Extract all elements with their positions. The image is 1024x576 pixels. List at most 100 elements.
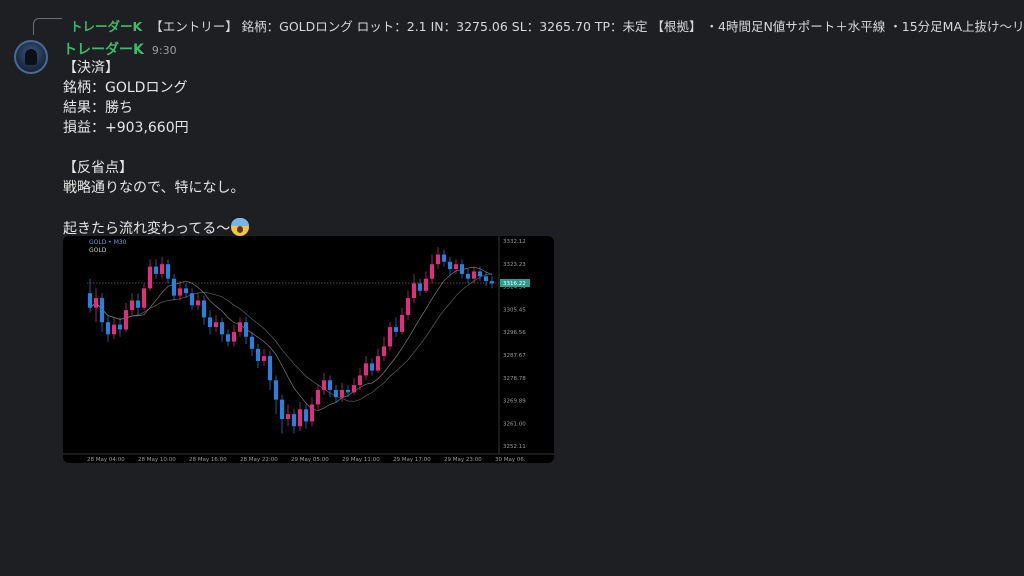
candle-body (165, 264, 171, 279)
candle-body (423, 278, 429, 291)
candlestick-chart: GOLD • M30 GOLD 3332.123323.233314.34330… (63, 236, 554, 463)
message-line: 【決済】 (63, 60, 119, 76)
avatar[interactable] (14, 40, 48, 74)
candle-body (357, 375, 363, 386)
message-timestamp: 9:30 (151, 44, 177, 57)
candle-body (405, 298, 411, 315)
price-tick-label: 3252.11 (503, 444, 526, 450)
candle-body (381, 346, 387, 357)
candle-body (309, 404, 315, 422)
candle-body (303, 409, 309, 422)
candle-body (111, 324, 117, 335)
candle-body (213, 322, 219, 328)
message-line (63, 198, 249, 218)
time-tick-label: 28 May 10:00 (138, 457, 176, 463)
time-tick-label: 28 May 16:00 (189, 457, 227, 463)
candle-body (123, 310, 129, 330)
candle-body (189, 293, 195, 306)
price-tick-label: 3287.67 (503, 353, 526, 359)
candle-body (465, 273, 471, 279)
candle-body (369, 363, 375, 371)
candle-body (249, 336, 255, 349)
message-line: 銘柄：GOLDロング (63, 80, 188, 96)
price-tick-label: 3332.12 (503, 239, 526, 245)
candle-body (183, 288, 189, 294)
candle-body (195, 300, 201, 306)
candle-body (435, 254, 441, 265)
candle-body (255, 348, 261, 361)
candle-body (129, 300, 135, 311)
candle-body (429, 264, 435, 279)
candle-body (321, 380, 327, 390)
candle-body (105, 322, 111, 335)
candle-body (243, 322, 249, 337)
candle-body (483, 276, 489, 282)
price-tick-label: 3323.23 (503, 262, 526, 268)
candle-body (363, 363, 369, 376)
candle-body (441, 254, 447, 262)
candle-body (459, 264, 465, 274)
message-line (63, 138, 249, 158)
message-body: 【決済】 銘柄：GOLDロング 結果：勝ち 損益：+903,660円 【反省点】… (63, 58, 250, 238)
candle-body (375, 356, 381, 371)
chart-subtitle: GOLD (89, 247, 107, 254)
candle-body (231, 331, 237, 342)
message-line: 戦略通りなので、特になし。 (63, 180, 245, 196)
message-line: 起きたら流れ変わってる〜 (63, 221, 231, 237)
reply-text[interactable]: 【エントリー】 銘柄：GOLDロング ロット：2.1 IN：3275.06 SL… (150, 16, 1024, 35)
message-line: 【反省点】 (63, 160, 133, 176)
reply-author[interactable]: トレーダーK (70, 16, 142, 35)
candle-body (411, 283, 417, 299)
candle-body (177, 288, 183, 296)
candle-body (147, 266, 153, 289)
candle-body (417, 283, 423, 291)
price-tick-label: 3278.78 (503, 376, 526, 382)
candle-body (135, 300, 141, 308)
chart-title: GOLD • M30 (89, 239, 127, 246)
candle-body (345, 389, 351, 393)
candle-body (453, 264, 459, 270)
reply-preview[interactable]: トレーダーK 【エントリー】 銘柄：GOLDロング ロット：2.1 IN：327… (66, 14, 1024, 36)
time-tick-label: 29 May 23:00 (444, 457, 482, 463)
candle-body (471, 271, 477, 279)
candle-body (99, 298, 105, 323)
reply-connector (33, 18, 62, 35)
candle-body (267, 356, 273, 381)
candle-body (117, 324, 123, 330)
candle-body (393, 327, 399, 332)
candle-body (297, 409, 303, 427)
candle-body (153, 266, 159, 274)
candle-body (93, 298, 99, 308)
candle-body (333, 389, 339, 398)
candle-body (387, 327, 393, 347)
candle-body (237, 322, 243, 332)
time-tick-label: 29 May 17:00 (393, 457, 431, 463)
time-tick-label: 30 May 06: (495, 457, 526, 463)
candle-body (219, 322, 225, 335)
candle-body (207, 317, 213, 328)
candle-body (351, 385, 357, 393)
candle-body (201, 300, 207, 318)
time-tick-label: 29 May 11:00 (342, 457, 380, 463)
price-tick-label: 3305.45 (503, 307, 526, 313)
candle-body (285, 414, 291, 419)
price-tick-label: 3296.56 (503, 330, 526, 336)
candle-body (327, 380, 333, 390)
scream-emoji-icon (231, 218, 250, 236)
candle-body (447, 261, 453, 270)
candle-body (141, 288, 147, 308)
message-author[interactable]: トレーダーK (63, 39, 144, 59)
message-line: 結果：勝ち (63, 100, 133, 116)
message-line-last: 起きたら流れ変わってる〜 (63, 218, 250, 238)
time-tick-label: 28 May 04:00 (87, 457, 125, 463)
candle-body (87, 293, 93, 308)
candle-body (339, 389, 345, 398)
message-line: 損益：+903,660円 (63, 120, 189, 136)
candle-body (225, 334, 231, 342)
candle-body (273, 380, 279, 400)
current-price-label: 3316.22 (503, 281, 526, 287)
candle-body (315, 389, 321, 405)
candle-body (261, 356, 267, 361)
candle-body (159, 264, 165, 274)
chart-image-attachment[interactable]: GOLD • M30 GOLD 3332.12 3323.23 3314.34 330… (63, 236, 554, 463)
